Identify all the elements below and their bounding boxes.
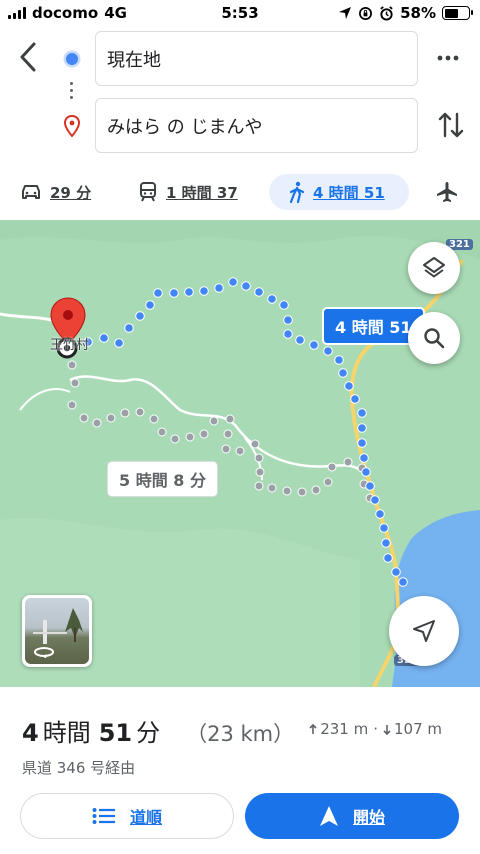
navigation-arrow-icon	[413, 620, 435, 642]
steps-button[interactable]: 道順	[20, 793, 234, 839]
battery-percent: 58%	[400, 4, 436, 22]
navigation-start-icon	[319, 806, 338, 826]
destination-pin-icon	[63, 115, 81, 137]
street-view-thumbnail[interactable]	[22, 595, 92, 667]
status-bar: docomo 4G 5:53 58%	[0, 0, 480, 28]
transit-duration: 1 時間 37	[166, 183, 238, 202]
duration-minutes-unit: 分	[136, 719, 161, 747]
route-distance: （23 km）	[186, 722, 295, 746]
duration-hours-unit: 時間	[42, 719, 91, 747]
duration-minutes: 51	[98, 719, 133, 747]
start-button[interactable]: 開始	[245, 793, 459, 839]
ascent-icon	[309, 723, 317, 734]
route-connector-dots	[70, 82, 74, 103]
car-duration: 29 分	[50, 183, 92, 202]
descent-icon	[383, 724, 391, 735]
steps-label: 道順	[129, 808, 162, 827]
tab-car[interactable]: 29 分	[20, 174, 91, 210]
back-arrow-icon[interactable]	[14, 40, 44, 74]
more-options-icon[interactable]	[437, 52, 459, 64]
search-along-route-button[interactable]	[408, 312, 460, 364]
route-callout-alternate-text: 5 時間 8 分	[119, 471, 206, 490]
duration-hours: 4	[22, 719, 39, 747]
layers-icon	[423, 257, 445, 278]
elevation-separator: ·	[373, 720, 378, 738]
descent-value: 107 m	[393, 720, 442, 738]
travel-mode-tabs: 29 分 1 時間 37 4 時間 51	[0, 168, 480, 216]
list-icon	[92, 808, 115, 824]
origin-text: 現在地	[107, 49, 161, 71]
location-arrow-icon	[339, 7, 352, 19]
route-callout-selected-text: 4 時間 51	[335, 318, 412, 337]
battery-icon	[442, 6, 473, 20]
rotation-lock-icon	[359, 6, 373, 20]
airplane-icon	[437, 182, 457, 202]
tab-walk[interactable]: 4 時間 51	[269, 174, 409, 210]
search-icon	[424, 328, 445, 349]
car-icon	[22, 185, 40, 199]
status-right: 58%	[338, 4, 473, 22]
elevation-info: 231 m · 107 m	[309, 720, 442, 738]
start-label: 開始	[352, 808, 385, 827]
map-view[interactable]: 321 321 王竹村 4 時間 51 5 時間 8 分	[0, 220, 480, 687]
swap-icon[interactable]	[437, 110, 465, 140]
layers-button[interactable]	[408, 242, 460, 294]
destination-field[interactable]: みはら の じまんや	[95, 98, 418, 153]
origin-dot-icon	[66, 53, 78, 65]
origin-field[interactable]: 現在地	[95, 31, 418, 86]
destination-text: みはら の じまんや	[107, 116, 263, 138]
ascent-value: 231 m	[320, 720, 369, 738]
train-icon	[140, 182, 156, 202]
walk-duration: 4 時間 51	[313, 183, 385, 202]
my-location-button[interactable]	[389, 596, 459, 666]
street-view-360-icon	[34, 647, 54, 658]
place-label: 王竹村	[50, 338, 90, 353]
street-view-image	[25, 598, 89, 664]
walking-icon	[289, 181, 305, 203]
route-callout-alternate[interactable]: 5 時間 8 分	[107, 461, 218, 497]
alarm-icon	[380, 5, 393, 21]
tab-flight[interactable]	[436, 174, 458, 210]
route-duration: 4 時間 51 分 （23 km）	[22, 713, 294, 748]
route-summary-sheet: 4 時間 51 分 （23 km） 231 m · 107 m 県道 346 号…	[0, 687, 480, 854]
tab-transit[interactable]: 1 時間 37	[138, 174, 238, 210]
route-via: 県道 346 号経由	[22, 759, 136, 777]
